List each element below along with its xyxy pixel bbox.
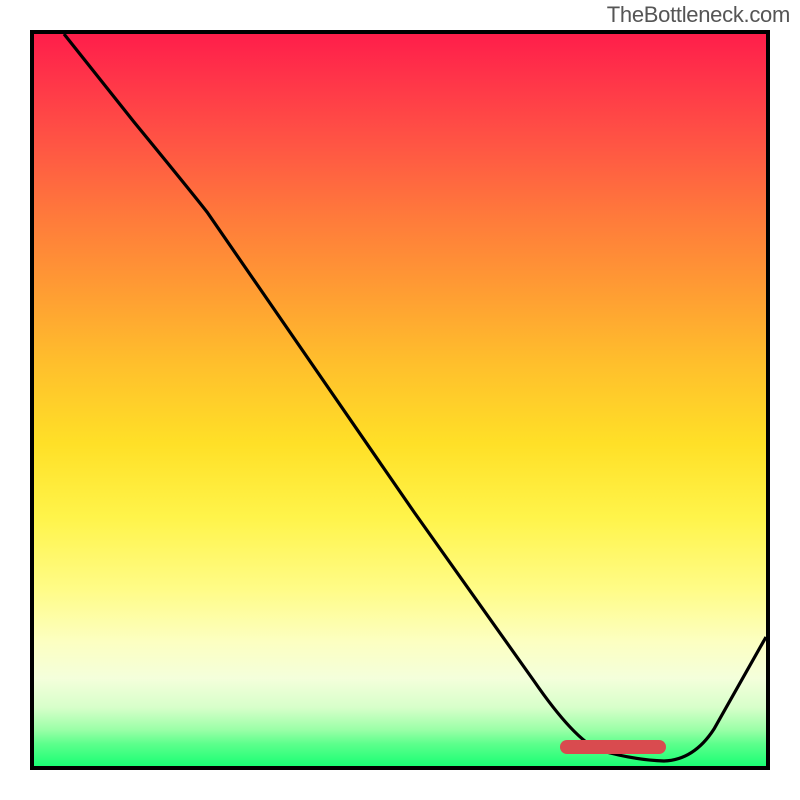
curve-layer [34, 34, 766, 766]
plot-frame [30, 30, 770, 770]
chart-container: TheBottleneck.com [0, 0, 800, 800]
optimal-range-marker [560, 740, 666, 754]
bottleneck-curve-path [64, 34, 766, 761]
watermark-label: TheBottleneck.com [607, 2, 790, 28]
